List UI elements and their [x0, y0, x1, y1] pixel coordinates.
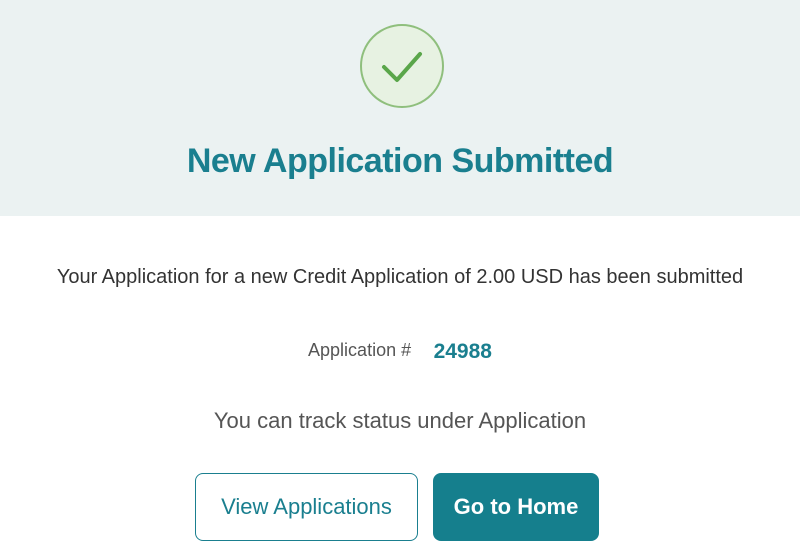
success-banner: New Application Submitted	[0, 0, 800, 216]
go-to-home-button[interactable]: Go to Home	[433, 473, 599, 541]
checkmark-icon	[382, 52, 422, 82]
application-number-label: Application #	[308, 340, 412, 360]
submission-message: Your Application for a new Credit Applic…	[56, 266, 744, 288]
application-number-row: Application # 24988	[0, 338, 800, 363]
check-circle-icon	[360, 24, 444, 108]
page-title: New Application Submitted	[186, 142, 614, 180]
track-status-text: You can track status under Application	[213, 408, 587, 433]
submission-confirmation-page: New Application Submitted Your Applicati…	[0, 0, 800, 555]
application-number-value: 24988	[433, 340, 492, 363]
view-applications-button[interactable]: View Applications	[195, 473, 418, 541]
